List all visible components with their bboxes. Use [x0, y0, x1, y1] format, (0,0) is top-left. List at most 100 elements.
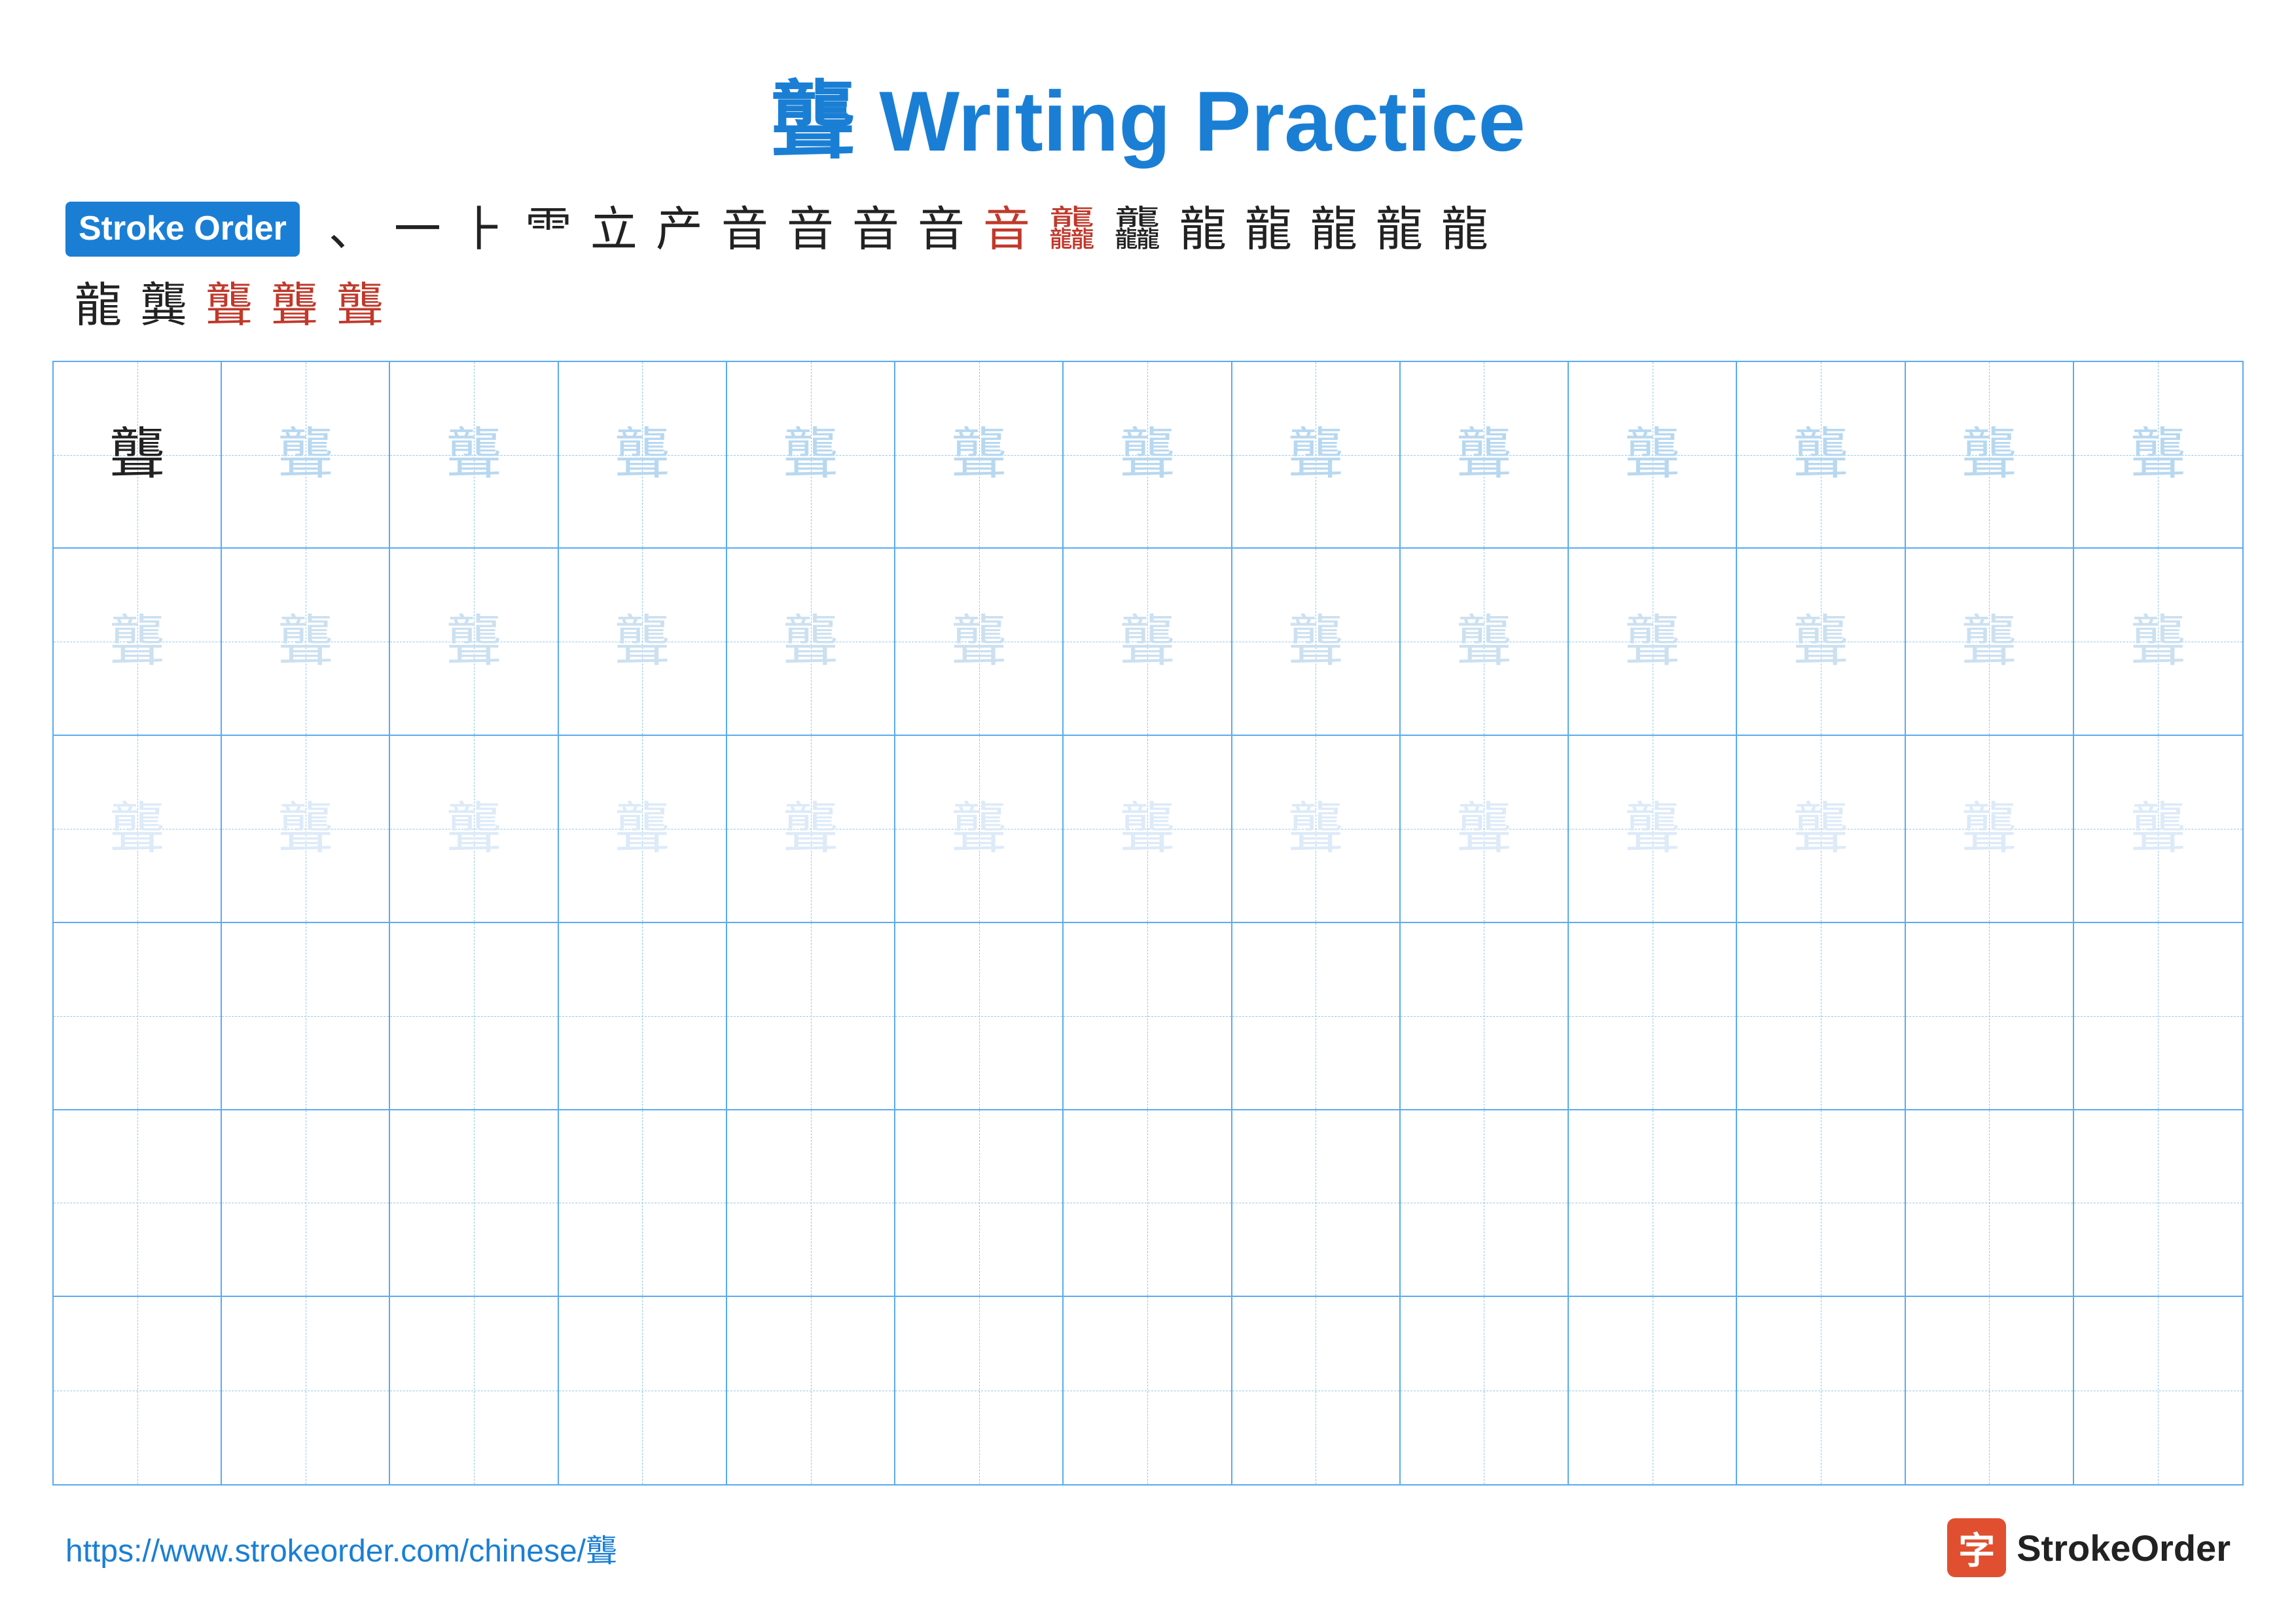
cell-5-13[interactable]: [2074, 1110, 2242, 1296]
cell-2-11[interactable]: 聾: [1737, 549, 1905, 735]
cell-1-10[interactable]: 聾: [1569, 362, 1737, 548]
stroke-11: 音: [974, 202, 1039, 258]
grid-row-2: 聾 聾 聾 聾 聾 聾 聾 聾 聾: [54, 549, 2242, 736]
char-guide: 聾: [278, 614, 333, 670]
cell-1-5[interactable]: 聾: [727, 362, 895, 548]
cell-2-9[interactable]: 聾: [1401, 549, 1569, 735]
stroke-12: 龘: [1039, 202, 1105, 258]
cell-3-3[interactable]: 聾: [390, 736, 558, 922]
cell-3-10[interactable]: 聾: [1569, 736, 1737, 922]
cell-2-7[interactable]: 聾: [1064, 549, 1232, 735]
cell-1-13[interactable]: 聾: [2074, 362, 2242, 548]
grid-row-3: 聾 聾 聾 聾 聾 聾 聾 聾 聾: [54, 736, 2242, 923]
cell-6-9[interactable]: [1401, 1297, 1569, 1484]
cell-5-10[interactable]: [1569, 1110, 1737, 1296]
cell-6-4[interactable]: [559, 1297, 727, 1484]
cell-3-11[interactable]: 聾: [1737, 736, 1905, 922]
cell-2-5[interactable]: 聾: [727, 549, 895, 735]
cell-3-6[interactable]: 聾: [895, 736, 1064, 922]
cell-5-6[interactable]: [895, 1110, 1064, 1296]
cell-4-13[interactable]: [2074, 923, 2242, 1109]
cell-6-6[interactable]: [895, 1297, 1064, 1484]
cell-2-3[interactable]: 聾: [390, 549, 558, 735]
cell-3-9[interactable]: 聾: [1401, 736, 1569, 922]
cell-2-13[interactable]: 聾: [2074, 549, 2242, 735]
cell-5-1[interactable]: [54, 1110, 222, 1296]
cell-4-1[interactable]: [54, 923, 222, 1109]
cell-1-4[interactable]: 聾: [559, 362, 727, 548]
cell-2-10[interactable]: 聾: [1569, 549, 1737, 735]
stroke-3: ⺊: [450, 202, 516, 258]
cell-5-2[interactable]: [222, 1110, 390, 1296]
stroke-order-row2: 龍 龔 聾 聾 聾: [52, 278, 2244, 334]
cell-2-6[interactable]: 聾: [895, 549, 1064, 735]
cell-2-12[interactable]: 聾: [1906, 549, 2074, 735]
cell-2-8[interactable]: 聾: [1232, 549, 1401, 735]
stroke-order-badge: Stroke Order: [65, 202, 300, 257]
char-guide: 聾: [1962, 427, 2017, 483]
cell-4-6[interactable]: [895, 923, 1064, 1109]
stroke-6: 产: [647, 202, 712, 258]
char-guide: 聾: [278, 427, 333, 483]
cell-4-2[interactable]: [222, 923, 390, 1109]
cell-1-9[interactable]: 聾: [1401, 362, 1569, 548]
footer-url[interactable]: https://www.strokeorder.com/chinese/聾: [65, 1525, 617, 1571]
cell-6-10[interactable]: [1569, 1297, 1737, 1484]
cell-6-5[interactable]: [727, 1297, 895, 1484]
cell-3-5[interactable]: 聾: [727, 736, 895, 922]
cell-4-12[interactable]: [1906, 923, 2074, 1109]
cell-4-5[interactable]: [727, 923, 895, 1109]
cell-3-12[interactable]: 聾: [1906, 736, 2074, 922]
cell-3-2[interactable]: 聾: [222, 736, 390, 922]
cell-3-8[interactable]: 聾: [1232, 736, 1401, 922]
cell-6-1[interactable]: [54, 1297, 222, 1484]
char-guide: 聾: [446, 614, 502, 670]
cell-4-7[interactable]: [1064, 923, 1232, 1109]
char-guide: 聾: [1456, 427, 1512, 483]
page: 聾 Writing Practice Stroke Order 、 一 ⺊ ⻗ …: [0, 0, 2296, 1623]
char-guide: 聾: [783, 614, 838, 670]
cell-6-11[interactable]: [1737, 1297, 1905, 1484]
cell-5-8[interactable]: [1232, 1110, 1401, 1296]
cell-6-3[interactable]: [390, 1297, 558, 1484]
cell-6-13[interactable]: [2074, 1297, 2242, 1484]
cell-1-7[interactable]: 聾: [1064, 362, 1232, 548]
cell-5-12[interactable]: [1906, 1110, 2074, 1296]
cell-5-9[interactable]: [1401, 1110, 1569, 1296]
char-guide: 聾: [1288, 614, 1344, 670]
cell-1-1[interactable]: 聾: [54, 362, 222, 548]
cell-3-13[interactable]: 聾: [2074, 736, 2242, 922]
cell-1-11[interactable]: 聾: [1737, 362, 1905, 548]
cell-6-7[interactable]: [1064, 1297, 1232, 1484]
stroke-15: 龍: [1236, 202, 1301, 258]
stroke-8: 音: [778, 202, 843, 258]
cell-6-12[interactable]: [1906, 1297, 2074, 1484]
cell-4-10[interactable]: [1569, 923, 1737, 1109]
cell-3-1[interactable]: 聾: [54, 736, 222, 922]
cell-4-8[interactable]: [1232, 923, 1401, 1109]
cell-3-4[interactable]: 聾: [559, 736, 727, 922]
cell-6-2[interactable]: [222, 1297, 390, 1484]
cell-5-3[interactable]: [390, 1110, 558, 1296]
cell-6-8[interactable]: [1232, 1297, 1401, 1484]
cell-2-4[interactable]: 聾: [559, 549, 727, 735]
cell-1-3[interactable]: 聾: [390, 362, 558, 548]
cell-2-2[interactable]: 聾: [222, 549, 390, 735]
cell-3-7[interactable]: 聾: [1064, 736, 1232, 922]
cell-4-11[interactable]: [1737, 923, 1905, 1109]
cell-1-6[interactable]: 聾: [895, 362, 1064, 548]
cell-2-1[interactable]: 聾: [54, 549, 222, 735]
cell-4-9[interactable]: [1401, 923, 1569, 1109]
cell-4-3[interactable]: [390, 923, 558, 1109]
cell-1-2[interactable]: 聾: [222, 362, 390, 548]
cell-4-4[interactable]: [559, 923, 727, 1109]
cell-1-12[interactable]: 聾: [1906, 362, 2074, 548]
cell-5-4[interactable]: [559, 1110, 727, 1296]
cell-1-8[interactable]: 聾: [1232, 362, 1401, 548]
cell-5-5[interactable]: [727, 1110, 895, 1296]
cell-5-7[interactable]: [1064, 1110, 1232, 1296]
char-guide: 聾: [109, 614, 165, 670]
char-guide: 聾: [446, 427, 502, 483]
logo-text: StrokeOrder: [2017, 1527, 2231, 1569]
cell-5-11[interactable]: [1737, 1110, 1905, 1296]
